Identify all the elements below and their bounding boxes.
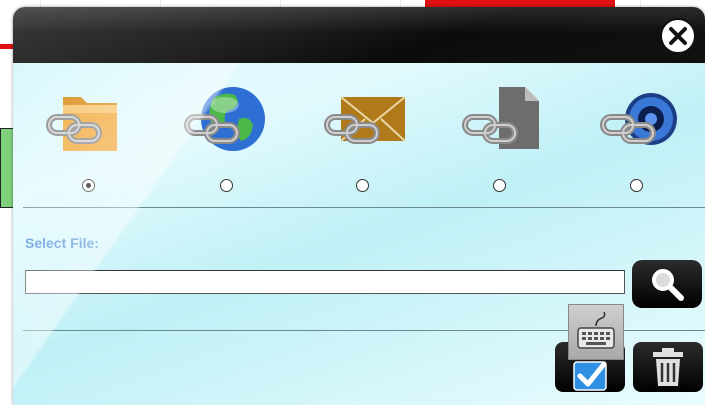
file-path-input[interactable] [25, 270, 625, 294]
delete-button[interactable] [633, 342, 703, 392]
radio-folder-link[interactable] [82, 179, 95, 192]
checkmark-icon [573, 361, 607, 391]
email-link-icon[interactable] [323, 79, 413, 169]
link-type-row [13, 79, 705, 169]
radio-web-link[interactable] [220, 179, 233, 192]
radio-email-link[interactable] [356, 179, 369, 192]
divider [23, 207, 705, 208]
file-link-icon[interactable] [461, 79, 551, 169]
folder-link-icon[interactable] [45, 79, 135, 169]
trash-icon [653, 348, 683, 386]
keyboard-icon [577, 311, 615, 349]
search-button[interactable] [632, 260, 702, 308]
close-icon [669, 27, 687, 45]
radio-audio-link[interactable] [630, 179, 643, 192]
link-dialog: Select File: [13, 7, 705, 405]
audio-link-icon[interactable] [599, 79, 689, 169]
search-icon [652, 269, 684, 301]
dialog-titlebar [13, 7, 705, 63]
select-file-label: Select File: [25, 235, 99, 251]
web-link-icon[interactable] [183, 79, 273, 169]
radio-file-link[interactable] [493, 179, 506, 192]
close-button[interactable] [660, 18, 696, 54]
background-red-bar [425, 0, 615, 7]
keyboard-button[interactable] [568, 304, 624, 360]
